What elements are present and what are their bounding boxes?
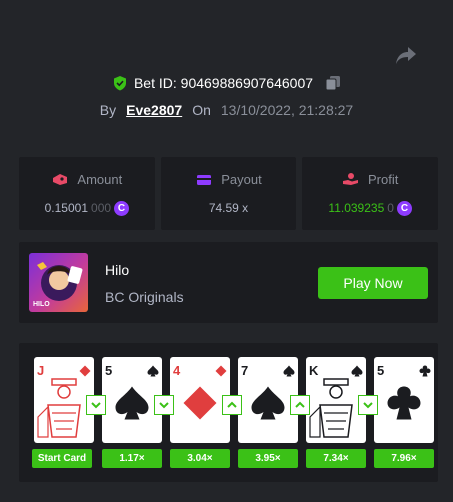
playing-card: 5 [102,357,162,443]
guess-up-indicator [222,395,242,415]
card-rank: 7 [241,363,249,378]
chevron-up-icon [227,401,237,408]
spade-suit-icon [283,365,295,377]
profit-stat: Profit 11.039235 0 C [302,157,439,230]
by-label: By [99,102,117,118]
bet-date: 13/10/2022, 21:28:27 [220,102,354,118]
bcd-coin-icon: C [114,200,130,216]
share-icon[interactable] [395,45,417,65]
bet-id-row: Bet ID: 90469886907646007 [0,75,453,91]
guess-up-indicator [290,395,310,415]
multiplier-badge: 7.34× [306,449,366,468]
hilo-card-history: J Start Card 5 1.17× 4 3.04× 7 3.95× K 7.34× 5 7.96… [19,343,438,482]
chevron-down-icon [363,402,373,409]
amount-value-trailing: 000 [91,201,112,215]
username-link[interactable]: Eve2807 [126,102,182,118]
game-panel: HILO Hilo BC Originals Play Now [19,242,438,323]
multiplier-badge: 3.04× [170,449,230,468]
diamond-suit-icon [183,386,217,420]
amount-label: Amount [77,171,123,187]
amount-value: 0.15001 [44,201,89,215]
amount-stat: Amount 0.15001 000 C [19,157,155,230]
spade-suit-icon [251,386,285,420]
profit-label: Profit [368,171,399,187]
bet-meta-row: By Eve2807 On 13/10/2022, 21:28:27 [0,102,453,118]
guess-down-indicator [86,395,106,415]
card-rank: 5 [105,363,113,378]
thumb-label: HILO [33,301,50,308]
card-rank: 4 [173,363,181,378]
bet-stats: Amount 0.15001 000 C Payout 74.59 x Profi… [19,157,439,230]
copy-icon[interactable] [325,75,341,91]
diamond-suit-icon [215,365,227,377]
start-card-label: Start Card [32,449,92,468]
payout-stat: Payout 74.59 x [160,157,297,230]
profit-value: 11.039235 [328,201,385,215]
spade-suit-icon [115,386,149,420]
on-label: On [192,102,211,118]
card-icon [197,174,212,185]
chevron-down-icon [159,402,169,409]
playing-card: 4 [170,357,230,443]
multiplier-badge: 1.17× [102,449,162,468]
bcd-coin-icon: C [396,200,412,216]
guess-down-indicator [154,395,174,415]
profit-value-trailing: 0 [387,201,394,215]
card-rank: 5 [377,363,385,378]
chevron-down-icon [91,402,101,409]
game-provider: BC Originals [105,289,184,305]
payout-value: 74.59 x [208,201,249,215]
wallet-icon [53,174,68,185]
club-suit-icon [419,365,431,377]
playing-card: K [306,357,366,443]
club-suit-icon [387,386,421,420]
shield-check-icon [113,76,126,91]
playing-card: J [34,357,94,443]
chevron-up-icon [295,401,305,408]
playing-card: 5 [374,357,434,443]
multiplier-badge: 3.95× [238,449,298,468]
game-title: Hilo [105,262,130,278]
spade-suit-icon [147,365,159,377]
guess-down-indicator [358,395,378,415]
payout-label: Payout [221,172,262,187]
hilo-game-thumbnail[interactable]: HILO [29,253,88,312]
play-now-button[interactable]: Play Now [318,267,428,299]
bet-id-text: Bet ID: 90469886907646007 [133,75,314,91]
hand-coin-icon [343,173,358,185]
face-card-figure-icon [309,378,353,438]
face-card-figure-icon [37,378,81,438]
multiplier-badge: 7.96× [374,449,434,468]
playing-card: 7 [238,357,298,443]
